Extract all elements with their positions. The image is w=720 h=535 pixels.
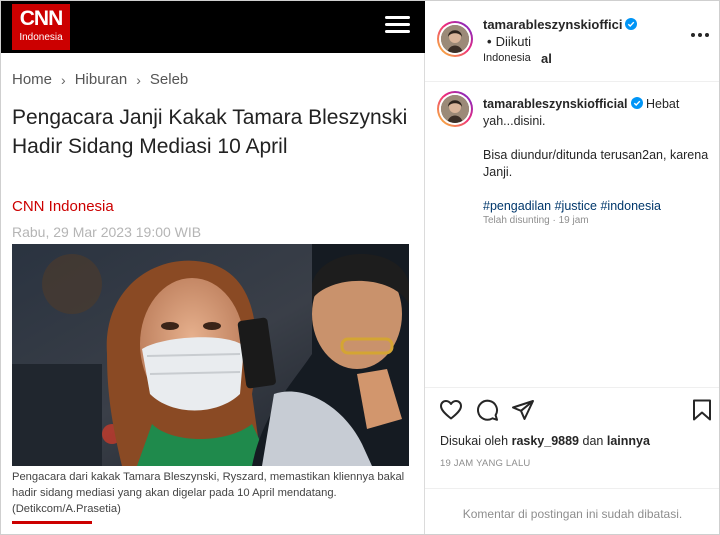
red-divider: [12, 521, 92, 524]
hashtag-list: #pengadilan #justice #indonesia: [483, 198, 711, 215]
likes-summary: Disukai oleh rasky_9889 dan lainnya: [440, 434, 650, 448]
breadcrumb: Home › Hiburan › Seleb: [12, 71, 188, 88]
comment-username[interactable]: tamarableszynskiofficial: [483, 97, 628, 111]
menu-icon[interactable]: [385, 15, 410, 35]
follow-status-button[interactable]: Diikuti: [496, 34, 531, 49]
cnn-indonesia-logo[interactable]: CNN Indonesia: [12, 4, 70, 50]
breadcrumb-separator: ›: [61, 71, 66, 88]
comment-input-area: Komentar di postingan ini sudah dibatasi…: [425, 488, 720, 535]
breadcrumb-home[interactable]: Home: [12, 71, 52, 88]
photo-caption: Pengacara dari kakak Tamara Bleszynski, …: [12, 471, 405, 515]
edited-timestamp: Telah disunting · 19 jam: [483, 215, 589, 226]
separator-dot: •: [487, 34, 492, 49]
article-date: Rabu, 29 Mar 2023 19:00 WIB: [12, 224, 202, 240]
comment-avatar[interactable]: [437, 91, 473, 127]
breadcrumb-hiburan[interactable]: Hiburan: [75, 71, 128, 88]
hashtag-justice[interactable]: #justice: [555, 199, 597, 213]
likes-others-link[interactable]: lainnya: [607, 434, 650, 448]
article-source[interactable]: CNN Indonesia: [12, 198, 114, 215]
cnn-logo-mark: CNN: [19, 7, 64, 30]
comment-icon[interactable]: [475, 398, 499, 422]
comment-line-2: Bisa diundur/ditunda terusan2an, karena …: [483, 148, 709, 179]
breadcrumb-seleb[interactable]: Seleb: [150, 71, 188, 88]
post-time-ago: 19 JAM YANG LALU: [440, 458, 531, 469]
hashtag-indonesia[interactable]: #indonesia: [600, 199, 660, 213]
post-header: tamarableszynskioffici• Diikuti al Indone…: [425, 0, 720, 82]
cnn-header: CNN Indonesia: [0, 0, 425, 53]
article-photo: [12, 244, 409, 466]
likes-user-link[interactable]: rasky_9889: [512, 434, 579, 448]
more-options-icon[interactable]: [691, 30, 711, 40]
post-location[interactable]: Indonesia: [483, 52, 531, 64]
article-headline: Pengacara Janji Kakak Tamara Bleszynski …: [12, 106, 408, 158]
heart-icon[interactable]: [439, 398, 463, 422]
breadcrumb-separator: ›: [136, 71, 141, 88]
hashtag-pengadilan[interactable]: #pengadilan: [483, 199, 551, 213]
cnn-logo-sub: Indonesia: [19, 32, 63, 43]
comments-disabled-notice: Komentar di postingan ini sudah dibatasi…: [462, 507, 683, 521]
verified-badge-icon: [625, 18, 638, 30]
share-icon[interactable]: [511, 398, 535, 422]
avatar[interactable]: [437, 21, 473, 57]
verified-badge-icon: [630, 97, 643, 109]
caption-comment: tamarableszynskiofficial Hebat yah...dis…: [483, 96, 711, 215]
bookmark-icon[interactable]: [690, 398, 714, 422]
header-username[interactable]: tamarableszynskioffici: [483, 17, 622, 32]
likes-prefix: Disukai oleh: [440, 434, 509, 448]
likes-and: dan: [582, 434, 604, 448]
instagram-panel: tamarableszynskioffici• Diikuti al Indone…: [425, 0, 720, 535]
cnn-article-panel: CNN Indonesia Home › Hiburan › Seleb Pen…: [0, 0, 425, 535]
post-actions-bar: [425, 387, 720, 427]
